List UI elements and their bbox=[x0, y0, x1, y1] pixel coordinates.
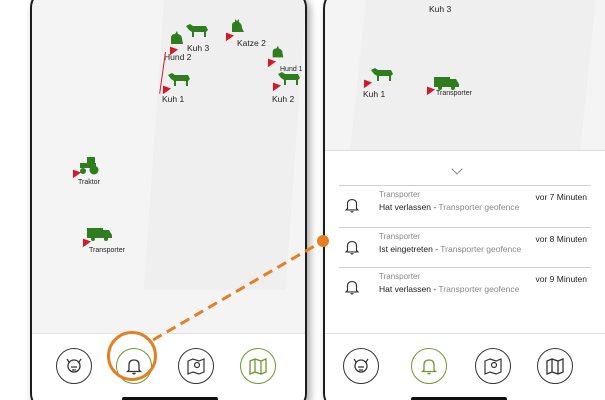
screenshot-stage: Kuh 3 Hund 2 Katze 2 Kuh 1 Hund 1 Kuh 2 … bbox=[0, 0, 605, 400]
callout-connector bbox=[152, 235, 329, 342]
